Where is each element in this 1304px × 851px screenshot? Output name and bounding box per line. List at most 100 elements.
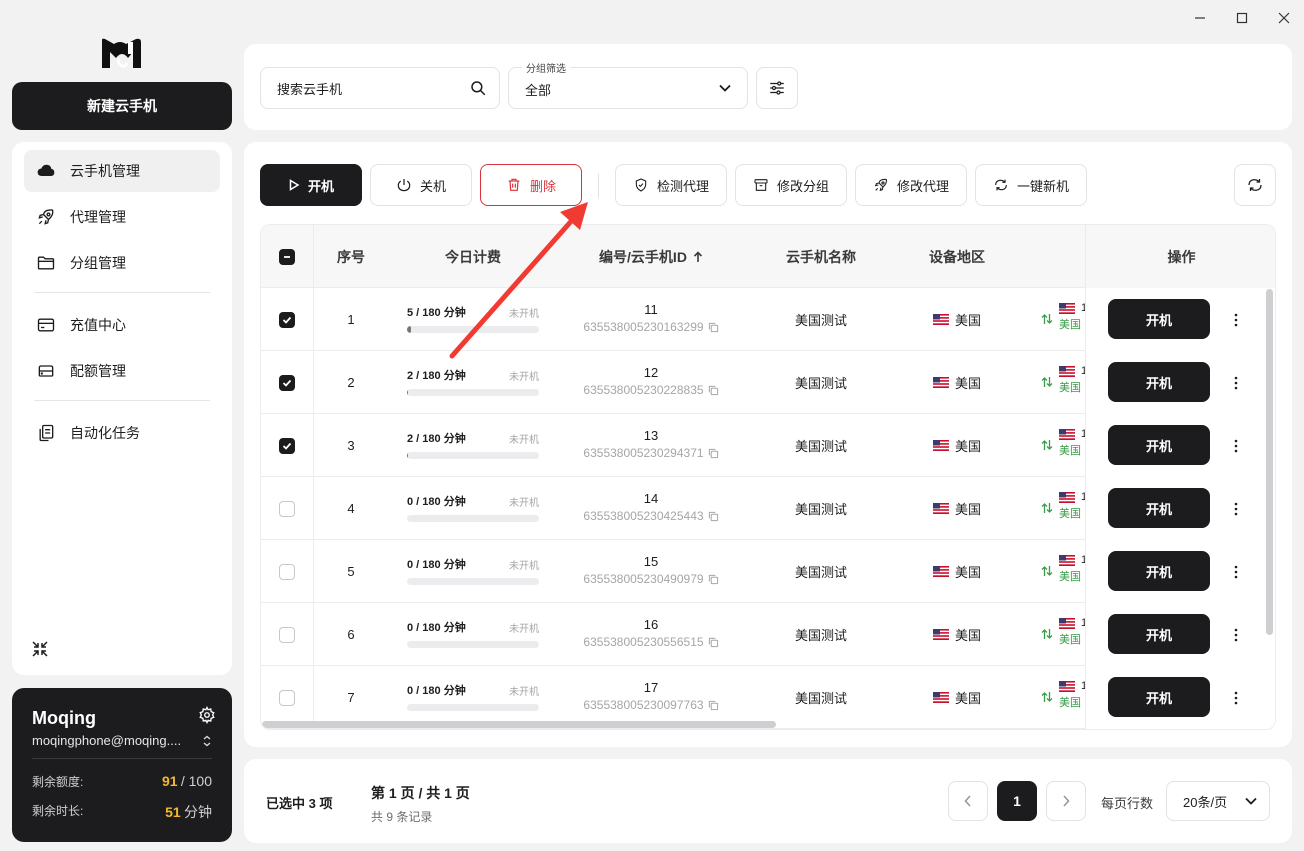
minimize-icon[interactable] xyxy=(1190,8,1210,28)
row-index: 6 xyxy=(347,627,355,642)
sidebar-item-proxies[interactable]: 代理管理 xyxy=(24,196,220,238)
sidebar-item-quota[interactable]: 配额管理 xyxy=(24,350,220,392)
row-start-button[interactable]: 开机 xyxy=(1108,488,1210,528)
more-options-icon[interactable] xyxy=(1228,499,1244,519)
table-row[interactable]: 2 2 / 180 分钟 未开机 12 635538005230228835 美国测试 美国… xyxy=(261,351,1275,414)
row-checkbox[interactable] xyxy=(279,500,295,517)
power-status: 未开机 xyxy=(509,560,539,572)
row-actions: 开机 xyxy=(1085,414,1275,477)
copy-icon[interactable] xyxy=(708,322,719,333)
search-icon[interactable] xyxy=(469,79,487,97)
table-row[interactable]: 5 0 / 180 分钟 未开机 15 635538005230490979 美国测试 美国… xyxy=(261,540,1275,603)
vertical-scrollbar[interactable] xyxy=(1266,289,1273,635)
row-checkbox[interactable] xyxy=(279,626,295,643)
phone-number: 17 xyxy=(643,680,659,695)
phone-name: 美国测试 xyxy=(794,439,847,454)
collapse-icon[interactable] xyxy=(30,639,50,659)
table-row[interactable]: 4 0 / 180 分钟 未开机 14 635538005230425443 美国测试 美国… xyxy=(261,477,1275,540)
more-options-icon[interactable] xyxy=(1228,310,1244,330)
copy-icon[interactable] xyxy=(708,448,719,459)
more-options-icon[interactable] xyxy=(1228,373,1244,393)
check-proxy-button[interactable]: 检测代理 xyxy=(615,164,727,206)
sidebar-item-automation[interactable]: 自动化任务 xyxy=(24,412,220,454)
quota-total: / 100 xyxy=(180,773,212,789)
fee-progress: 0 / 180 分钟 未开机 xyxy=(407,493,539,522)
stop-button[interactable]: 关机 xyxy=(370,164,472,206)
phone-name: 美国测试 xyxy=(794,565,847,580)
network-swap-icon xyxy=(1041,377,1053,387)
advanced-filter-button[interactable] xyxy=(756,67,798,109)
phones-table: 序号 今日计费 编号/云手机ID 云手机名称 设备地区 操作 1 5 / 180 … xyxy=(260,224,1276,730)
app-logo xyxy=(100,36,144,72)
power-status: 未开机 xyxy=(509,371,539,383)
close-icon[interactable] xyxy=(1274,8,1294,28)
table-row[interactable]: 6 0 / 180 分钟 未开机 16 635538005230556515 美国测试 美国… xyxy=(261,603,1275,666)
edit-group-button[interactable]: 修改分组 xyxy=(735,164,847,206)
cloud-phone-id: 635538005230163299 xyxy=(583,320,704,334)
region-cell: 美国 xyxy=(901,540,1013,603)
sidebar-item-recharge[interactable]: 充值中心 xyxy=(24,304,220,346)
sidebar-item-label: 云手机管理 xyxy=(70,163,140,179)
row-index: 3 xyxy=(347,438,355,453)
nav-divider xyxy=(34,292,210,293)
sidebar-item-groups[interactable]: 分组管理 xyxy=(24,242,220,284)
edit-proxy-label: 修改代理 xyxy=(896,178,949,194)
maximize-icon[interactable] xyxy=(1232,8,1252,28)
cloud-phone-id: 635538005230228835 xyxy=(583,383,704,397)
row-checkbox[interactable] xyxy=(279,311,295,328)
archive-icon xyxy=(754,179,768,191)
page-1-button[interactable]: 1 xyxy=(997,781,1037,821)
row-start-button[interactable]: 开机 xyxy=(1108,362,1210,402)
phone-number: 12 xyxy=(643,365,659,380)
row-start-button[interactable]: 开机 xyxy=(1108,551,1210,591)
one-click-new-label: 一键新机 xyxy=(1016,178,1069,194)
table-row[interactable]: 3 2 / 180 分钟 未开机 13 635538005230294371 美国测试 美国… xyxy=(261,414,1275,477)
prev-page-button[interactable] xyxy=(948,781,988,821)
scrollbar-thumb[interactable] xyxy=(262,721,776,728)
next-page-button[interactable] xyxy=(1046,781,1086,821)
search-input[interactable]: 搜索云手机 xyxy=(260,67,500,109)
sidebar-item-cloud-phones[interactable]: 云手机管理 xyxy=(24,150,220,192)
copy-icon[interactable] xyxy=(708,637,719,648)
fee-bar-fill xyxy=(407,389,409,396)
row-start-button[interactable]: 开机 xyxy=(1108,425,1210,465)
fee-progress: 2 / 180 分钟 未开机 xyxy=(407,367,539,396)
row-start-button[interactable]: 开机 xyxy=(1108,677,1210,717)
table-row[interactable]: 1 5 / 180 分钟 未开机 11 635538005230163299 美国测试 美国… xyxy=(261,288,1275,351)
row-checkbox[interactable] xyxy=(279,689,295,706)
horizontal-scrollbar[interactable] xyxy=(261,720,1275,729)
copy-icon[interactable] xyxy=(708,385,719,396)
edit-proxy-button[interactable]: 修改代理 xyxy=(855,164,967,206)
more-options-icon[interactable] xyxy=(1228,625,1244,645)
select-all-checkbox[interactable] xyxy=(279,248,295,265)
table-header: 序号 今日计费 编号/云手机ID 云手机名称 设备地区 操作 xyxy=(261,225,1275,288)
copy-icon[interactable] xyxy=(708,574,719,585)
delete-button[interactable]: 删除 xyxy=(480,164,582,206)
rows-per-page-select[interactable]: 20条/页 xyxy=(1166,781,1270,821)
row-checkbox[interactable] xyxy=(279,437,295,454)
fee-amount: 0 / 180 分钟 xyxy=(407,685,466,697)
start-button[interactable]: 开机 xyxy=(260,164,362,206)
row-start-button[interactable]: 开机 xyxy=(1108,299,1210,339)
more-options-icon[interactable] xyxy=(1228,688,1244,708)
account-switcher[interactable]: moqingphone@moqing.... xyxy=(32,733,212,748)
row-start-button[interactable]: 开机 xyxy=(1108,614,1210,654)
settings-gear-icon[interactable] xyxy=(198,705,216,727)
sidebar-nav: 云手机管理 代理管理 分组管理 充值中心 配额管理 自动化任务 xyxy=(12,142,232,675)
row-checkbox[interactable] xyxy=(279,374,295,391)
sidebar-item-label: 充值中心 xyxy=(70,317,126,333)
one-click-new-button[interactable]: 一键新机 xyxy=(975,164,1087,206)
refresh-list-button[interactable] xyxy=(1234,164,1276,206)
fee-amount: 5 / 180 分钟 xyxy=(407,307,466,319)
copy-icon[interactable] xyxy=(708,700,719,711)
more-options-icon[interactable] xyxy=(1228,436,1244,456)
region-label: 美国 xyxy=(954,439,981,454)
row-checkbox[interactable] xyxy=(279,563,295,580)
more-options-icon[interactable] xyxy=(1228,562,1244,582)
copy-icon[interactable] xyxy=(708,511,719,522)
new-cloud-phone-button[interactable]: 新建云手机 xyxy=(12,82,232,130)
row-index: 4 xyxy=(347,501,355,516)
row-index: 1 xyxy=(347,312,355,327)
header-id[interactable]: 编号/云手机ID xyxy=(561,225,741,288)
toolbar-divider xyxy=(598,174,599,198)
